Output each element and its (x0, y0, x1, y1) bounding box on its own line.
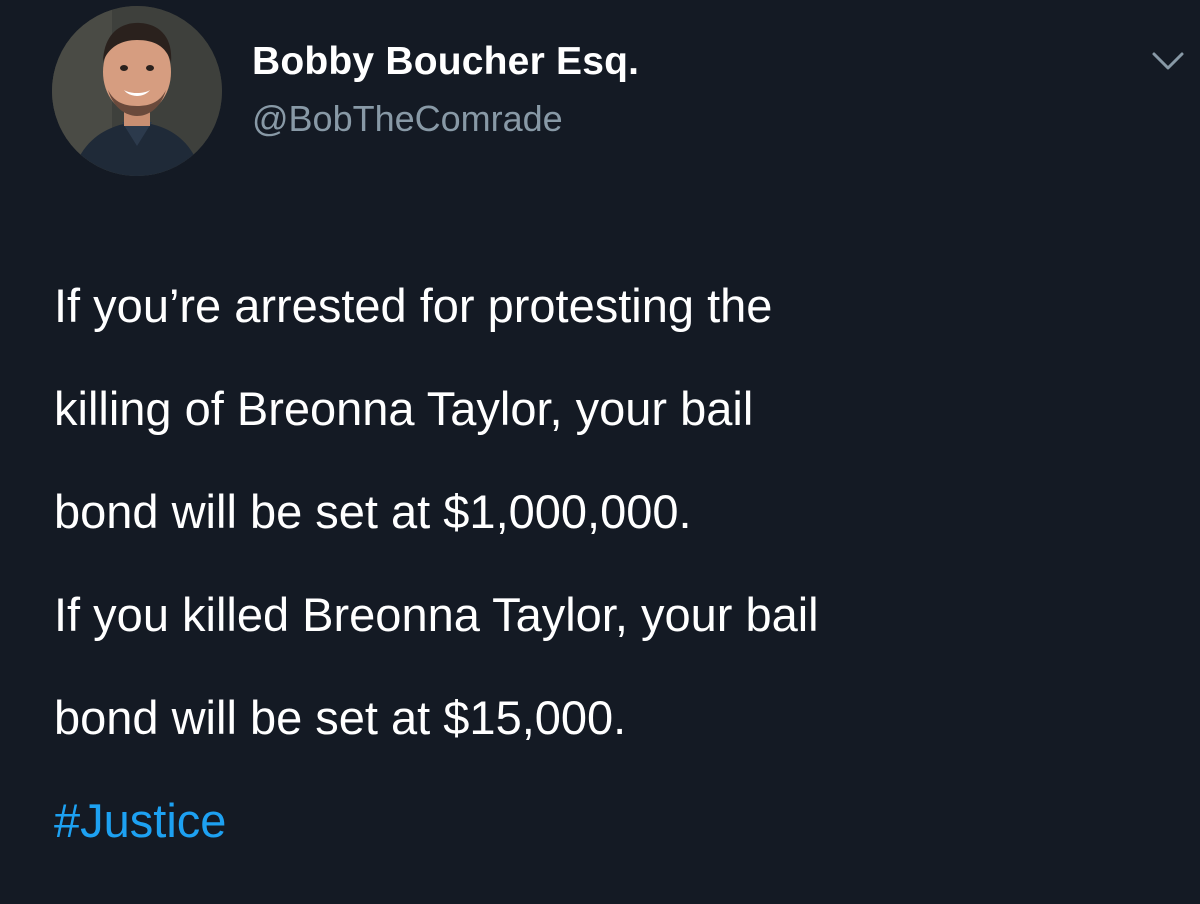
author-display-name[interactable]: Bobby Boucher Esq. (252, 40, 639, 84)
tweet-text-line: If you’re arrested for protesting the (54, 279, 773, 332)
avatar[interactable] (52, 6, 222, 176)
tweet-text-line: killing of Breonna Taylor, your bail (54, 382, 754, 435)
avatar-image (52, 6, 222, 176)
chevron-down-icon[interactable] (1148, 44, 1188, 76)
tweet-text-line: bond will be set at $1,000,000. (54, 485, 692, 538)
tweet-text: If you’re arrested for protesting the ki… (54, 254, 1174, 872)
tweet-text-line: bond will be set at $15,000. (54, 691, 627, 744)
author-handle[interactable]: @BobTheComrade (252, 98, 563, 140)
tweet-text-line: If you killed Breonna Taylor, your bail (54, 588, 819, 641)
hashtag-link[interactable]: #Justice (54, 769, 1174, 872)
tweet-card: Bobby Boucher Esq. @BobTheComrade If you… (0, 0, 1200, 904)
